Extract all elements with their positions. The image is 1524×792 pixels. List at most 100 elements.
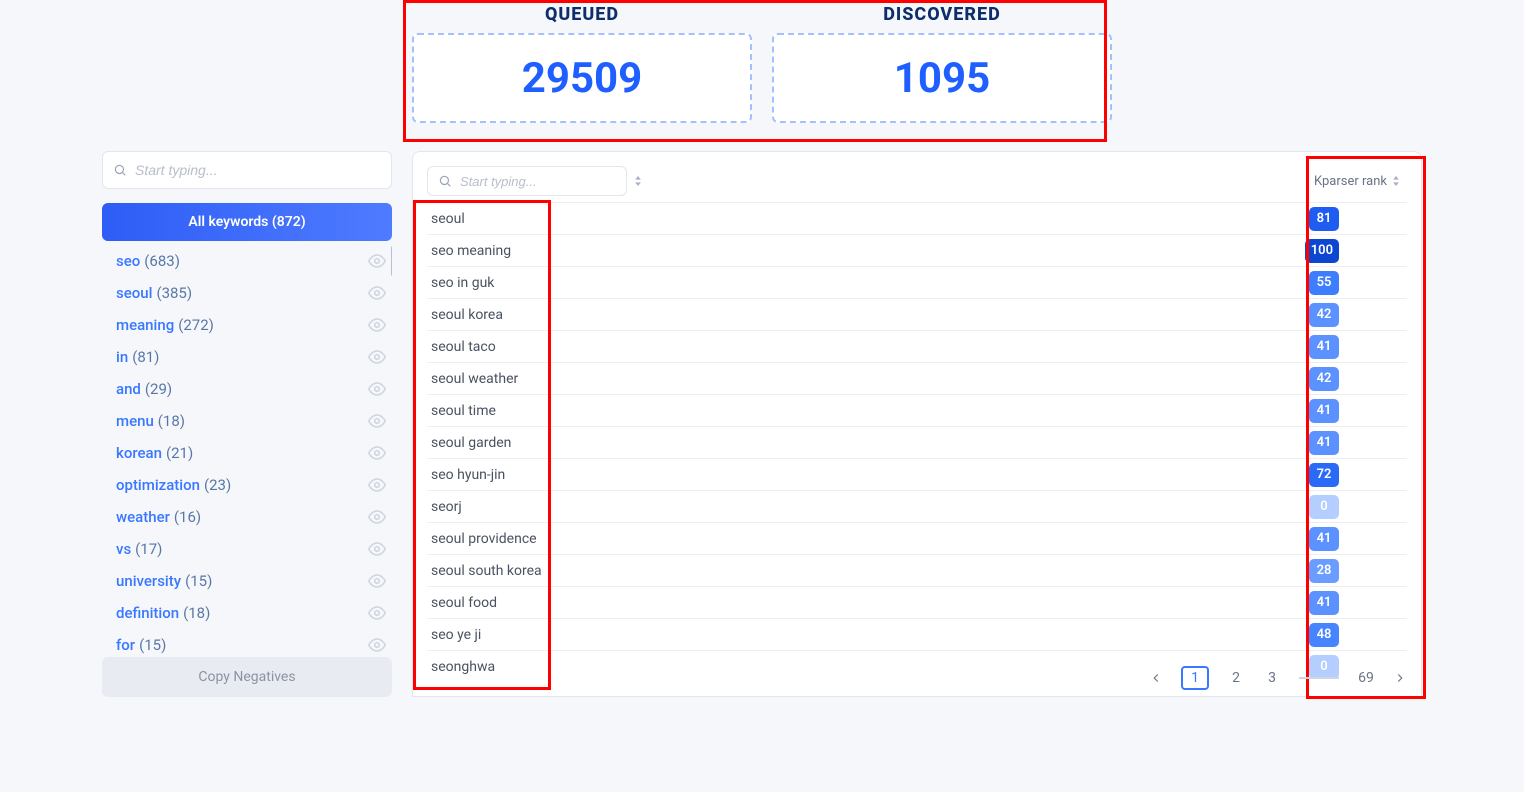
sidebar-item-term: seo bbox=[116, 252, 140, 270]
eye-icon[interactable] bbox=[368, 284, 386, 302]
rank-badge: 72 bbox=[1309, 463, 1339, 487]
sidebar-item-term: university bbox=[116, 572, 181, 590]
eye-icon[interactable] bbox=[368, 252, 386, 270]
table-row[interactable]: seo in guk55 bbox=[427, 266, 1407, 298]
stats-panel: QUEUED 29509 DISCOVERED 1095 bbox=[412, 0, 1112, 123]
sidebar-item[interactable]: weather(16) bbox=[102, 501, 392, 533]
page-1[interactable]: 1 bbox=[1181, 666, 1209, 690]
eye-icon[interactable] bbox=[368, 508, 386, 526]
keyword-cell: seoul south korea bbox=[427, 563, 987, 579]
sidebar-item[interactable]: seoul(385) bbox=[102, 277, 392, 309]
table-row[interactable]: seoul81 bbox=[427, 202, 1407, 234]
eye-icon[interactable] bbox=[368, 348, 386, 366]
table-row[interactable]: seo ye ji48 bbox=[427, 618, 1407, 650]
all-keywords-button[interactable]: All keywords (872) bbox=[102, 203, 392, 241]
sidebar-item[interactable]: seo(683) bbox=[102, 245, 392, 277]
eye-icon[interactable] bbox=[368, 380, 386, 398]
sidebar-item-count: (18) bbox=[183, 604, 210, 622]
table-row[interactable]: seorj0 bbox=[427, 490, 1407, 522]
keyword-cell: seorj bbox=[427, 499, 987, 515]
table-row[interactable]: seoul food41 bbox=[427, 586, 1407, 618]
eye-icon[interactable] bbox=[368, 316, 386, 334]
sidebar-item[interactable]: meaning(272) bbox=[102, 309, 392, 341]
sidebar-item-term: seoul bbox=[116, 284, 152, 302]
sidebar-item[interactable]: for(15) bbox=[102, 629, 392, 657]
rank-badge: 41 bbox=[1309, 591, 1339, 615]
pagination-ellipsis bbox=[1299, 677, 1339, 679]
sidebar-item-term: optimization bbox=[116, 476, 200, 494]
eye-icon[interactable] bbox=[368, 540, 386, 558]
sort-icon[interactable] bbox=[633, 176, 643, 186]
table-search[interactable] bbox=[427, 166, 627, 196]
keyword-sidebar: All keywords (872) seo(683)seoul(385)mea… bbox=[102, 151, 392, 697]
search-icon bbox=[113, 163, 127, 177]
queued-value: 29509 bbox=[522, 54, 642, 103]
table-row[interactable]: seo hyun-jin 72 bbox=[427, 458, 1407, 490]
eye-icon[interactable] bbox=[368, 636, 386, 654]
rank-badge: 42 bbox=[1309, 367, 1339, 391]
sidebar-item-term: and bbox=[116, 380, 141, 398]
table-row[interactable]: seoul time 41 bbox=[427, 394, 1407, 426]
table-row[interactable]: seoul providence41 bbox=[427, 522, 1407, 554]
page-3[interactable]: 3 bbox=[1263, 670, 1281, 686]
keyword-cell: seoul weather bbox=[427, 371, 987, 387]
rank-badge: 55 bbox=[1309, 271, 1339, 295]
table-row[interactable]: seoul taco41 bbox=[427, 330, 1407, 362]
discovered-value: 1095 bbox=[894, 54, 990, 103]
sidebar-item-count: (683) bbox=[144, 252, 180, 270]
sidebar-item[interactable]: optimization(23) bbox=[102, 469, 392, 501]
copy-negatives-button[interactable]: Copy Negatives bbox=[102, 657, 392, 697]
discovered-card: 1095 bbox=[772, 33, 1112, 123]
rank-badge: 41 bbox=[1309, 527, 1339, 551]
sidebar-search[interactable] bbox=[102, 151, 392, 189]
sidebar-item-term: definition bbox=[116, 604, 179, 622]
sidebar-item-term: menu bbox=[116, 412, 154, 430]
rank-badge: 28 bbox=[1309, 559, 1339, 583]
table-row[interactable]: seoul weather 42 bbox=[427, 362, 1407, 394]
queued-label: QUEUED bbox=[412, 4, 752, 25]
page-last[interactable]: 69 bbox=[1357, 670, 1375, 686]
sidebar-item[interactable]: vs(17) bbox=[102, 533, 392, 565]
chevron-left-icon[interactable] bbox=[1149, 671, 1163, 685]
sidebar-item-count: (16) bbox=[174, 508, 201, 526]
sidebar-item[interactable]: definition(18) bbox=[102, 597, 392, 629]
eye-icon[interactable] bbox=[368, 412, 386, 430]
sidebar-item[interactable]: menu(18) bbox=[102, 405, 392, 437]
eye-icon[interactable] bbox=[368, 572, 386, 590]
sidebar-item-count: (15) bbox=[139, 636, 166, 654]
rank-badge: 41 bbox=[1309, 399, 1339, 423]
table-row[interactable]: seoul garden41 bbox=[427, 426, 1407, 458]
sidebar-item[interactable]: korean(21) bbox=[102, 437, 392, 469]
table-row[interactable]: seoul korea42 bbox=[427, 298, 1407, 330]
sidebar-item-count: (17) bbox=[135, 540, 162, 558]
eye-icon[interactable] bbox=[368, 476, 386, 494]
sidebar-item-term: weather bbox=[116, 508, 170, 526]
results-panel: Kparser rank seoul81 seo meaning 100 seo in… bbox=[412, 151, 1422, 697]
rank-badge: 41 bbox=[1309, 431, 1339, 455]
eye-icon[interactable] bbox=[368, 604, 386, 622]
keyword-cell: seo ye ji bbox=[427, 627, 987, 643]
discovered-label: DISCOVERED bbox=[772, 4, 1112, 25]
sidebar-search-input[interactable] bbox=[133, 152, 381, 188]
keyword-cell: seoul time bbox=[427, 403, 987, 419]
sidebar-item[interactable]: and(29) bbox=[102, 373, 392, 405]
rank-header-label: Kparser rank bbox=[1314, 174, 1387, 189]
sidebar-item-term: korean bbox=[116, 444, 162, 462]
eye-icon[interactable] bbox=[368, 444, 386, 462]
table-row[interactable]: seoul south korea 28 bbox=[427, 554, 1407, 586]
page-2[interactable]: 2 bbox=[1227, 670, 1245, 686]
sidebar-item-term: meaning bbox=[116, 316, 174, 334]
pagination: 1 2 3 69 bbox=[1149, 666, 1407, 690]
rank-header[interactable]: Kparser rank bbox=[1287, 174, 1407, 189]
rank-badge: 100 bbox=[1305, 239, 1339, 263]
keyword-cell: seo hyun-jin bbox=[427, 467, 987, 483]
sort-icon[interactable] bbox=[1391, 176, 1401, 186]
sidebar-item[interactable]: university(15) bbox=[102, 565, 392, 597]
chevron-right-icon[interactable] bbox=[1393, 671, 1407, 685]
queued-card: 29509 bbox=[412, 33, 752, 123]
table-search-input[interactable] bbox=[458, 167, 640, 195]
rank-badge: 42 bbox=[1309, 303, 1339, 327]
sidebar-item[interactable]: in(81) bbox=[102, 341, 392, 373]
keyword-cell: seo meaning bbox=[427, 243, 987, 259]
table-row[interactable]: seo meaning 100 bbox=[427, 234, 1407, 266]
